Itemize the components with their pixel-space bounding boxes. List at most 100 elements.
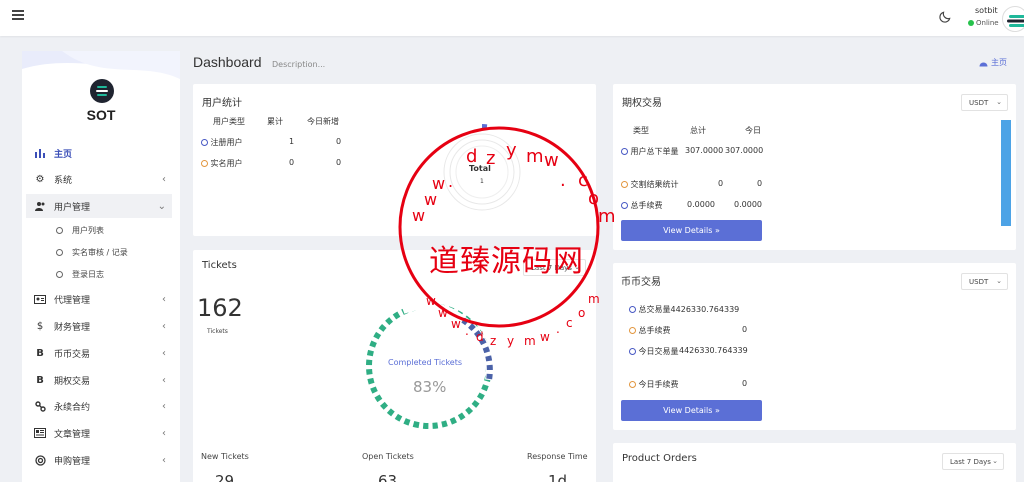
legend-dot [629,306,636,313]
sidebar-subitem-label: 用户列表 [72,225,104,235]
sidebar-item-label: 财务管理 [54,322,91,333]
watermark-letter: z [486,148,496,169]
options-bar [1001,120,1011,226]
options-view-details-button[interactable]: View Details » [621,220,762,241]
product-orders-range-value: Last 7 Days [950,457,991,466]
online-dot [968,20,974,26]
sidebar-item-finance[interactable]: $ 财务管理 ‹ [26,314,172,338]
table-cell: 0.0000 [687,200,715,209]
bitcoin-icon: B [36,374,44,386]
sidebar: SOT 主页 ⚙ 系统 ‹ 用户管理 ⌄ 用户列表 实名审核 / 记录 登录日志… [22,51,180,482]
column-header: 用户类型 [213,117,245,126]
sidebar-item-spot[interactable]: B 币币交易 ‹ [26,341,172,365]
bitcoin-icon: B [36,347,44,359]
sidebar-item-options[interactable]: B 期权交易 ‹ [26,368,172,392]
home-link-label: 主页 [991,58,1007,67]
sidebar-item-label: 代理管理 [54,295,91,306]
watermark-letter: m [524,334,536,348]
sidebar-item-users[interactable]: 用户管理 ⌄ [26,194,172,218]
sidebar-item-subscription[interactable]: 申购管理 ‹ [26,448,172,472]
spot-currency-select[interactable]: USDT ⌄ [961,273,1008,290]
table-cell: 0.0000 [734,200,762,209]
open-tickets-label: Open Tickets [362,452,414,461]
sidebar-item-system[interactable]: ⚙ 系统 ‹ [26,167,172,191]
table-row: 今日手续费 [629,379,679,390]
sidebar-subitem-kyc[interactable]: 实名审核 / 记录 [56,242,128,262]
tickets-title: Tickets [202,260,237,271]
chevron-down-icon: ⌄ [996,98,1002,106]
lifebuoy-icon [34,454,46,466]
watermark-letter: y [506,140,517,161]
chevron-left-icon: ‹ [162,347,166,359]
table-cell: 0 [289,158,295,167]
users-icon [34,200,46,212]
watermark-letter: d [476,330,484,344]
chevron-left-icon: ‹ [162,454,166,466]
watermark-letter: . [465,324,469,338]
sidebar-item-label: 主页 [54,149,73,160]
response-time-value: 1d [548,472,568,482]
chevron-left-icon: ‹ [162,293,166,305]
tickets-count-label: Tickets [207,328,228,335]
spot-view-details-button[interactable]: View Details » [621,400,762,421]
column-header: 累计 [267,117,283,126]
table-row: 今日交易量 [629,346,679,357]
watermark-letter: w [426,294,436,308]
chevron-down-icon: ⌄ [992,457,998,465]
logo [90,79,114,103]
chevron-left-icon: ‹ [162,374,166,386]
legend-dot [621,148,628,155]
watermark-letter: o [578,306,586,320]
sidebar-item-home[interactable]: 主页 [26,141,172,165]
sidebar-item-label: 申购管理 [54,456,91,467]
chevron-left-icon: ‹ [162,427,166,439]
new-tickets-label: New Tickets [201,452,249,461]
avatar[interactable] [1002,6,1024,32]
watermark-letter: w [424,190,438,209]
sidebar-item-articles[interactable]: 文章管理 ‹ [26,421,172,445]
home-link[interactable]: 主页 [979,57,1007,68]
circle-icon [56,248,63,256]
watermark-letter: z [490,334,497,348]
chevron-left-icon: ‹ [162,400,166,412]
dashboard-icon [979,62,988,66]
product-orders-title: Product Orders [622,453,697,464]
watermark-letter: w [544,150,559,171]
table-cell: 0 [336,137,342,146]
table-cell: 0 [757,179,763,188]
watermark-letter: m [588,292,600,306]
table-cell: 307.0000 [685,146,724,155]
sidebar-subitem-user-list[interactable]: 用户列表 [56,220,104,240]
column-header: 类型 [633,126,649,135]
table-cell: 0 [336,158,342,167]
chevron-left-icon: ‹ [162,320,166,332]
table-cell: 4426330.764339 [670,305,740,314]
options-title: 期权交易 [622,98,662,109]
currency-select[interactable]: USDT ⌄ [961,94,1008,111]
circle-icon [56,270,63,278]
sidebar-subitem-label: 实名审核 / 记录 [72,247,128,257]
gear-icon: ⚙ [35,173,45,185]
dollar-icon: $ [36,320,44,332]
table-cell: 1 [289,137,295,146]
table-row-label: 注册用户 [201,137,243,148]
sidebar-item-perpetual[interactable]: 永续合约 ‹ [26,394,172,418]
watermark-title: 道臻源码网 [429,244,584,279]
legend-dot [201,160,208,167]
watermark-letter: . [448,172,454,191]
sidebar-item-agents[interactable]: 代理管理 ‹ [26,287,172,311]
sidebar-item-label: 永续合约 [54,402,91,413]
circle-icon [56,226,63,234]
open-tickets-value: 63 [378,472,398,482]
user-name: sotbit [975,6,998,15]
hamburger-icon[interactable] [12,10,24,20]
table-row: 用户总下单量 [621,146,679,157]
table-row: 总交易量4426330.764339 [629,304,739,315]
product-orders-range-select[interactable]: Last 7 Days ⌄ [942,453,1004,470]
legend-dot [621,202,628,209]
brand-name: SOT [86,107,116,123]
watermark-letter: . [560,170,566,191]
sidebar-subitem-login-log[interactable]: 登录日志 [56,264,104,284]
watermark-letter: d [466,146,478,167]
moon-icon[interactable] [938,10,952,24]
